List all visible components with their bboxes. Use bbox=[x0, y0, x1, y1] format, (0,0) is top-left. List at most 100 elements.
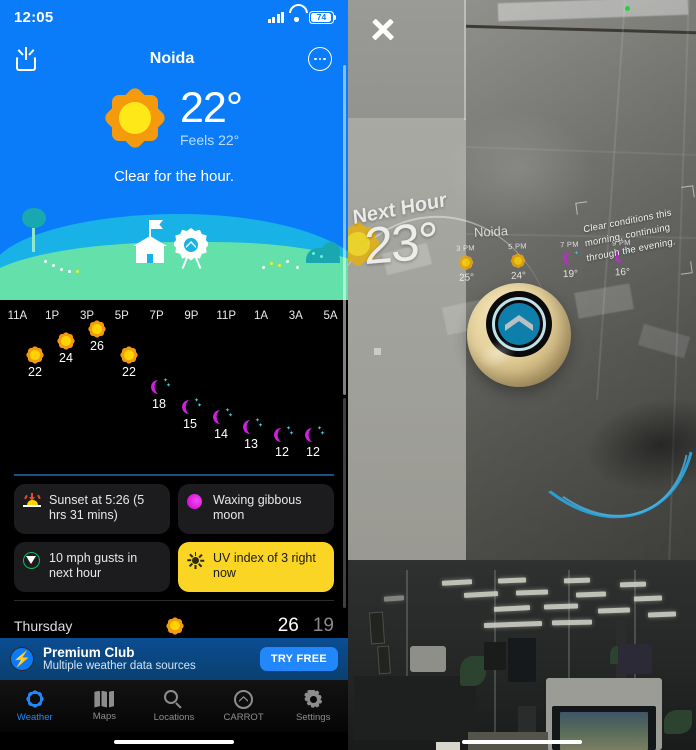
wifi-icon bbox=[289, 12, 304, 23]
info-card-moon-phase[interactable]: Waxing gibbous moon bbox=[178, 484, 334, 534]
moon-icon: ✦ ✦ bbox=[304, 426, 325, 444]
uv-sun-icon bbox=[187, 552, 205, 569]
hour-label: 3A bbox=[288, 310, 303, 322]
more-options-icon[interactable] bbox=[307, 47, 332, 71]
moon-icon: ✦ ✦ bbox=[212, 408, 233, 426]
try-free-button[interactable]: TRY FREE bbox=[259, 647, 338, 671]
carrot-robot[interactable] bbox=[467, 283, 571, 387]
tab-label: CARROT bbox=[223, 711, 264, 723]
hour-label: 11A bbox=[7, 310, 28, 322]
premium-club-banner[interactable]: ⚡ Premium Club Multiple weather data sou… bbox=[0, 638, 348, 680]
cellular-bars-icon bbox=[267, 11, 284, 23]
ar-hour-temp: 19° bbox=[562, 268, 579, 281]
info-card-text: Sunset at 5:26 (5 hrs 31 mins) bbox=[49, 493, 145, 523]
tab-maps[interactable]: Maps bbox=[70, 680, 140, 732]
tab-label: Locations bbox=[153, 711, 195, 723]
sun-icon bbox=[165, 615, 185, 636]
sun-icon bbox=[25, 345, 45, 365]
day-high: 26 bbox=[277, 614, 299, 636]
hourly-point[interactable]: 22 bbox=[112, 345, 146, 379]
ar-hour-item: 5 PM 24° bbox=[499, 241, 536, 282]
hourly-point[interactable]: ✦ ✦ 14 bbox=[204, 408, 238, 441]
hourly-labels-row: 11A 1P 3P 5P 7P 9P 11P 1A 3A 5A bbox=[0, 310, 348, 322]
hour-label: 5A bbox=[323, 310, 338, 322]
nav-bar: Noida bbox=[0, 40, 348, 78]
tab-settings[interactable]: Settings bbox=[278, 680, 348, 732]
tab-label: Settings bbox=[296, 711, 331, 723]
hour-label: 11P bbox=[216, 310, 236, 322]
ar-hour-item: 7 PM ✦ 19° bbox=[551, 239, 588, 281]
battery-level: 74 bbox=[316, 11, 327, 22]
ground-sparkles bbox=[0, 200, 348, 300]
moon-icon: ✦ ✦ bbox=[242, 418, 263, 436]
status-clock: 12:05 bbox=[14, 8, 54, 26]
day-temps: 26 19 bbox=[278, 615, 334, 637]
ar-bracket bbox=[681, 185, 695, 199]
hourly-graph: 22 24 26 22 ✦ ✦ 18 ✦ ✦ 15 ✦ ✦ 14 ✦ ✦ 13 … bbox=[0, 319, 348, 470]
hour-label: 1A bbox=[253, 310, 269, 322]
promo-text: Premium Club Multiple weather data sourc… bbox=[43, 645, 196, 674]
hourly-temp: 24 bbox=[59, 351, 73, 365]
sun-icon bbox=[509, 252, 527, 270]
hour-label: 9P bbox=[184, 310, 199, 322]
hourly-temp: 15 bbox=[183, 417, 197, 431]
hourly-temp: 12 bbox=[275, 445, 289, 459]
share-icon[interactable] bbox=[16, 47, 36, 71]
status-bar: 12:05 74 bbox=[0, 0, 348, 34]
ar-hour-temp: 25° bbox=[458, 272, 475, 284]
hourly-temp: 13 bbox=[244, 437, 258, 451]
ar-hour-label: 5 PM bbox=[507, 241, 528, 252]
carrot-robot-icon bbox=[234, 689, 254, 709]
hour-label: 7P bbox=[149, 310, 164, 322]
tab-bar: Weather Maps Locations CARROT Settings bbox=[0, 680, 348, 732]
green-privacy-dot bbox=[625, 6, 630, 11]
camera-feed-office bbox=[348, 560, 696, 750]
sun-outline-icon bbox=[24, 689, 45, 709]
hourly-temp: 22 bbox=[28, 365, 42, 379]
tab-label: Maps bbox=[92, 710, 116, 722]
daily-forecast-row[interactable]: Thursday 26 19 bbox=[14, 600, 334, 640]
current-temperature: 22° bbox=[179, 84, 243, 132]
search-icon bbox=[164, 689, 183, 709]
tab-locations[interactable]: Locations bbox=[139, 680, 209, 732]
close-x-icon[interactable] bbox=[370, 16, 396, 42]
moon-icon: ✦ bbox=[562, 251, 579, 268]
section-divider bbox=[14, 474, 334, 476]
moon-icon: ✦ ✦ bbox=[150, 378, 171, 396]
day-low: 19 bbox=[312, 614, 334, 636]
hourly-point[interactable]: 22 bbox=[18, 345, 52, 379]
ar-temperature: 23° bbox=[363, 211, 438, 277]
home-indicator bbox=[114, 740, 234, 744]
moon-phase-icon bbox=[187, 494, 202, 509]
hourly-point[interactable]: ✦ ✦ 12 bbox=[296, 426, 330, 459]
map-icon bbox=[94, 690, 115, 708]
ar-hour-item: 3 PM 25° bbox=[447, 243, 484, 284]
ar-bracket bbox=[679, 261, 693, 275]
hourly-point[interactable]: 26 bbox=[80, 319, 114, 353]
status-indicators: 74 bbox=[267, 10, 337, 24]
sun-icon bbox=[87, 319, 107, 339]
hourly-temp: 12 bbox=[306, 445, 320, 459]
sun-icon bbox=[119, 345, 139, 365]
hourly-point[interactable]: ✦ ✦ 15 bbox=[173, 398, 207, 431]
info-card-wind[interactable]: 10 mph gusts in next hour bbox=[14, 542, 170, 592]
sun-icon bbox=[457, 254, 475, 272]
day-name: Thursday bbox=[14, 617, 73, 634]
tab-weather[interactable]: Weather bbox=[0, 680, 70, 732]
hourly-point[interactable]: 24 bbox=[49, 331, 83, 365]
tab-carrot[interactable]: CARROT bbox=[209, 680, 279, 732]
page-title: Noida bbox=[149, 50, 195, 67]
info-card-uv[interactable]: UV index of 3 right now bbox=[178, 542, 334, 592]
current-temp-block: 22° Feels 22° bbox=[179, 84, 243, 149]
condition-summary: Clear for the hour. bbox=[113, 168, 235, 185]
hourly-temp: 14 bbox=[214, 427, 228, 441]
hourly-point[interactable]: ✦ ✦ 12 bbox=[265, 426, 299, 459]
hourly-point[interactable]: ✦ ✦ 13 bbox=[234, 418, 268, 451]
gear-icon bbox=[304, 689, 323, 709]
info-card-sunset[interactable]: Sunset at 5:26 (5 hrs 31 mins) bbox=[14, 484, 170, 534]
hourly-point[interactable]: ✦ ✦ 18 bbox=[142, 378, 176, 411]
ar-hour-label: 7 PM bbox=[559, 239, 579, 250]
info-card-text: UV index of 3 right now bbox=[213, 551, 316, 581]
feels-like-text: Feels 22° bbox=[179, 132, 240, 149]
ar-city-label: Noida bbox=[473, 223, 509, 240]
